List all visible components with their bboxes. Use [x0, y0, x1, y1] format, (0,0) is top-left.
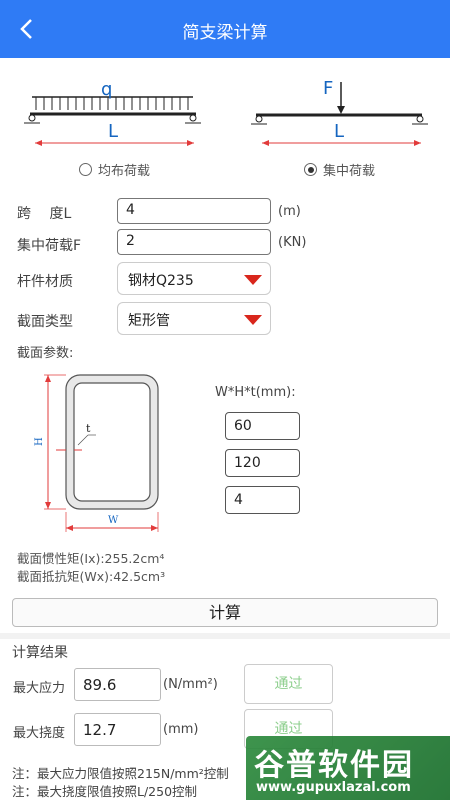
- divider: [0, 633, 450, 639]
- watermark-sub: www.gupuxlazal.com: [256, 780, 411, 795]
- w-input[interactable]: 60: [225, 412, 300, 440]
- stress-unit: (N/mm²): [163, 677, 218, 692]
- l-symbol-right: L: [334, 121, 344, 142]
- material-label: 杆件材质: [17, 274, 73, 290]
- load-label: 集中荷载F: [17, 238, 82, 254]
- deflection-unit: (mm): [163, 722, 199, 737]
- radio-point[interactable]: [304, 163, 317, 176]
- h-input[interactable]: 120: [225, 449, 300, 477]
- section-diagram: H W t: [34, 374, 159, 532]
- t-input[interactable]: 4: [225, 486, 300, 514]
- point-load-beam: F L: [251, 78, 428, 146]
- f-symbol: F: [323, 78, 333, 99]
- material-value: 钢材Q235: [128, 273, 194, 289]
- stress-value: 89.6: [74, 668, 161, 701]
- q-symbol: q: [101, 79, 112, 100]
- diagram-h-label: H: [34, 437, 45, 446]
- span-input[interactable]: 4: [117, 198, 271, 224]
- point-load-option[interactable]: 集中荷载: [304, 160, 375, 179]
- dropdown-arrow-icon: [244, 275, 262, 285]
- deflection-value: 12.7: [74, 713, 161, 746]
- watermark-logo: 谷普软件园 www.gupuxlazal.com: [246, 736, 450, 800]
- diagram-w-label: W: [108, 515, 119, 526]
- point-load-label: 集中荷载: [323, 164, 376, 179]
- deflection-label: 最大挠度: [13, 726, 66, 741]
- beam-diagrams: q L F L: [0, 70, 450, 180]
- app-header: 简支梁计算: [0, 0, 450, 58]
- span-label: 跨 度L: [17, 206, 72, 222]
- results-title: 计算结果: [12, 645, 68, 661]
- section-params-label: 截面参数:: [17, 346, 74, 361]
- span-unit: (m): [278, 204, 301, 219]
- beam-diagrams-svg: q L F L: [24, 78, 428, 146]
- dims-label: W*H*t(mm):: [215, 385, 296, 400]
- uniform-load-label: 均布荷载: [98, 164, 151, 179]
- section-type-label: 截面类型: [17, 314, 73, 330]
- stress-label: 最大应力: [13, 681, 66, 696]
- l-symbol-left: L: [108, 121, 118, 142]
- section-type-select[interactable]: 矩形管: [117, 302, 271, 335]
- wx-text: 截面抵抗矩(Wx):42.5cm³: [17, 569, 166, 584]
- load-input[interactable]: 2: [117, 229, 271, 255]
- section-type-value: 矩形管: [128, 313, 170, 329]
- ix-text: 截面惯性矩(Ix):255.2cm⁴: [17, 551, 165, 566]
- stress-pass-button[interactable]: 通过: [244, 664, 333, 704]
- radio-uniform[interactable]: [79, 163, 92, 176]
- note-deflection: 注：最大挠度限值按照L/250控制: [12, 784, 198, 799]
- page-title: 简支梁计算: [182, 23, 268, 43]
- watermark-main: 谷普软件园: [254, 748, 414, 783]
- uniform-load-option[interactable]: 均布荷载: [79, 160, 150, 179]
- note-stress: 注：最大应力限值按照215N/mm²控制: [12, 766, 229, 781]
- diagram-t-label: t: [86, 422, 91, 435]
- load-unit: (KN): [278, 235, 307, 250]
- material-select[interactable]: 钢材Q235: [117, 262, 271, 295]
- calculate-button[interactable]: 计算: [12, 598, 438, 627]
- uniform-load-beam: q L: [24, 79, 201, 146]
- dropdown-arrow-icon: [244, 315, 262, 325]
